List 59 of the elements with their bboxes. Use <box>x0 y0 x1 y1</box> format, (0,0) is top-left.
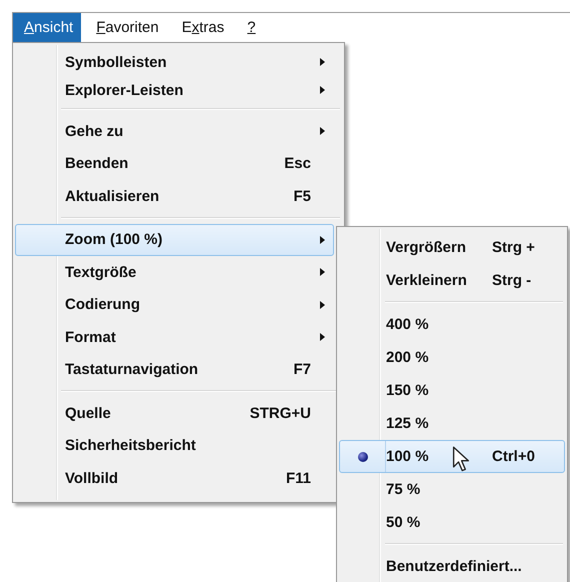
menu-item-label: 150 % <box>386 382 429 399</box>
menu-item-label: 200 % <box>386 349 429 366</box>
menu-item[interactable]: Beenden Esc <box>15 148 334 180</box>
menu-item-label: Benutzerdefiniert... <box>386 558 522 574</box>
menu-item-label: Symbolleisten <box>65 54 167 70</box>
menu-item[interactable]: 200 % <box>339 341 565 374</box>
menu-item-label: 100 % <box>386 448 429 465</box>
shortcut-label: Esc <box>284 155 311 172</box>
menu-item-label: Gehe zu <box>65 122 124 140</box>
menu-item-label: Format <box>65 328 116 346</box>
menu-item[interactable]: 150 % <box>339 374 565 407</box>
menu-item[interactable]: Symbolleisten <box>15 48 334 76</box>
menu-item[interactable]: 75 % <box>339 473 565 506</box>
shortcut-label: Strg - <box>492 272 532 289</box>
menu-item[interactable]: Verkleinern Strg - <box>339 264 565 297</box>
menu-bar-item[interactable]: Extras <box>170 13 232 42</box>
menu-item-label: Textgröße <box>65 264 136 281</box>
menu-item[interactable]: Aktualisieren F5 <box>15 180 334 212</box>
menu-item-label: 75 % <box>386 481 420 498</box>
menu-item[interactable]: Textgröße <box>15 256 334 288</box>
menu-item-label: Sicherheitsbericht <box>65 437 196 454</box>
menu-item[interactable]: Explorer-Leisten <box>15 76 334 104</box>
menu-item[interactable]: Gehe zu <box>15 115 334 148</box>
menu-item-label: Vergrößern <box>386 239 466 256</box>
menu-item[interactable]: Quelle STRG+U <box>15 397 334 430</box>
menu-item-label: Verkleinern <box>386 272 467 289</box>
menu-bar-item[interactable]: Favoriten <box>85 13 167 42</box>
menu-item[interactable]: Zoom (100 %) <box>15 224 334 256</box>
shortcut-label: F5 <box>293 188 311 205</box>
menu-item-label: 400 % <box>386 316 429 333</box>
shortcut-label: Strg + <box>492 239 536 256</box>
menu-item[interactable]: Vergrößern Strg + <box>339 231 565 264</box>
menu-item[interactable]: Format <box>15 321 334 354</box>
menu-item-label: Vollbild <box>65 470 118 487</box>
menu-bar-item[interactable]: ? <box>236 13 264 42</box>
menu-item[interactable]: 400 % <box>339 308 565 341</box>
mouse-pointer-icon <box>452 446 470 473</box>
shortcut-label: STRG+U <box>250 404 311 422</box>
shortcut-label: F11 <box>286 470 311 487</box>
shortcut-label: F7 <box>293 361 311 378</box>
menu-item-label: Aktualisieren <box>65 188 160 205</box>
menu-item-label: Zoom (100 %) <box>65 231 163 248</box>
menu-item[interactable]: 125 % <box>339 407 565 440</box>
shortcut-label: Ctrl+0 <box>492 448 536 465</box>
menu-item-label: 125 % <box>386 415 429 432</box>
menu-item[interactable]: Codierung <box>15 288 334 321</box>
menu-bar-item[interactable]: Ansicht <box>13 13 82 42</box>
menu-item-label: Quelle <box>65 404 111 422</box>
menu-item[interactable]: Sicherheitsbericht <box>15 430 334 462</box>
menu-item-label: Beenden <box>65 155 128 172</box>
menu-item[interactable]: Tastaturnavigation F7 <box>15 354 334 386</box>
menu-item[interactable]: Vollbild F11 <box>15 462 334 494</box>
menu-item[interactable]: 100 % Ctrl+0 <box>339 440 565 473</box>
menu-item-label: Codierung <box>65 296 140 314</box>
menu-item[interactable]: Benutzerdefiniert... <box>339 550 565 582</box>
menu-item-label: Explorer-Leisten <box>65 82 184 98</box>
menu-item-label: Tastaturnavigation <box>65 361 198 378</box>
menu-item-label: 50 % <box>386 514 420 531</box>
menu-item[interactable]: 50 % <box>339 506 565 539</box>
